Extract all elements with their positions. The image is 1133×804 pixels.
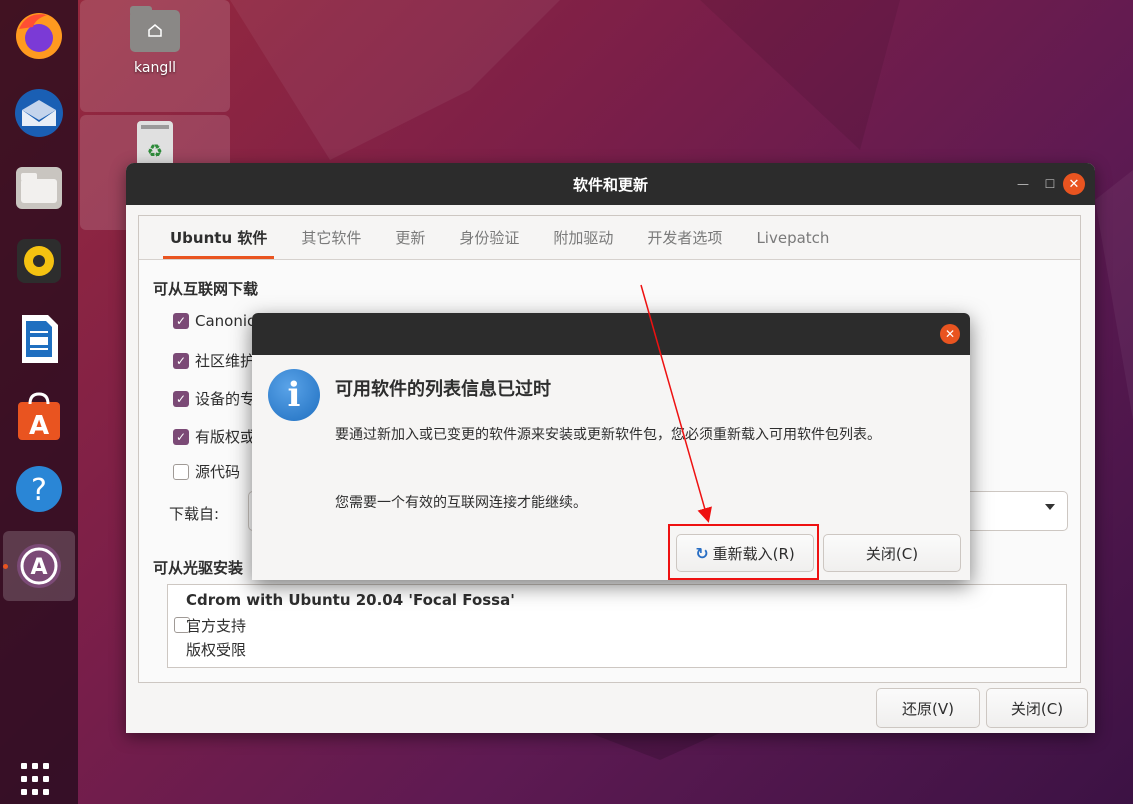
source-label: 社区维护 [195, 352, 256, 370]
software-updater-icon: A [17, 544, 61, 588]
window-title: 软件和更新 [572, 175, 648, 194]
dialog-note: 您需要一个有效的互联网连接才能继续。 [335, 495, 587, 511]
files-dock-item[interactable] [0, 152, 78, 222]
tab-updates[interactable]: 更新 [378, 216, 442, 259]
dock: A ? A [0, 0, 78, 804]
tab-livepatch[interactable]: Livepatch [739, 216, 846, 259]
trash-icon: ♻ [137, 121, 173, 169]
tab-developer-options[interactable]: 开发者选项 [630, 216, 739, 259]
outdated-info-dialog: ✕ i 可用软件的列表信息已过时 要通过新加入或已变更的软件源来安装或更新软件包… [252, 313, 970, 580]
source-label: 设备的专 [195, 390, 256, 408]
dialog-titlebar[interactable]: ✕ [252, 313, 970, 355]
dialog-heading: 可用软件的列表信息已过时 [335, 379, 551, 400]
running-indicator [3, 564, 8, 569]
help-icon: ? [16, 466, 62, 512]
app-grid-icon[interactable] [21, 763, 55, 797]
checkbox-checked-icon: ✓ [173, 313, 189, 329]
checkbox-checked-icon: ✓ [173, 428, 189, 445]
checkbox-checked-icon: ✓ [173, 352, 189, 369]
software-store-icon: A [18, 392, 60, 441]
cdrom-official-support: 官方支持 [186, 617, 247, 635]
writer-icon [22, 315, 58, 363]
help-dock-item[interactable]: ? [0, 454, 78, 524]
source-label: 有版权或 [195, 428, 256, 446]
home-folder-desktop-icon[interactable]: kangll [80, 0, 230, 112]
software-store-dock-item[interactable]: A [0, 381, 78, 451]
cdrom-title: Cdrom with Ubuntu 20.04 'Focal Fossa' [186, 591, 515, 609]
source-label: 源代码 [195, 463, 241, 481]
checkbox-unchecked-icon [173, 463, 189, 480]
svg-text:A: A [30, 555, 47, 580]
thunderbird-icon [15, 89, 63, 137]
tab-bar: Ubuntu 软件 其它软件 更新 身份验证 附加驱动 开发者选项 Livepa… [139, 216, 1080, 260]
annotation-highlight-box [668, 524, 819, 580]
window-titlebar[interactable]: 软件和更新 — ☐ ✕ [126, 163, 1095, 205]
tab-additional-drivers[interactable]: 附加驱动 [536, 216, 630, 259]
revert-button[interactable]: 还原(V) [876, 688, 980, 728]
home-folder-icon [130, 6, 180, 52]
svg-text:A: A [29, 411, 49, 441]
download-from-label: 下载自: [169, 505, 220, 523]
source-checkbox-proprietary-drivers[interactable]: ✓ 设备的专 [173, 388, 255, 409]
source-label: Canonic [195, 312, 256, 330]
window-close-button[interactable]: ✕ [1063, 173, 1085, 195]
rhythmbox-dock-item[interactable] [0, 226, 78, 296]
source-checkbox-canonical[interactable]: ✓ Canonic [173, 312, 255, 330]
checkbox-checked-icon: ✓ [173, 390, 189, 407]
software-updater-dock-item[interactable]: A [3, 531, 75, 601]
maximize-button[interactable]: ☐ [1039, 173, 1061, 195]
svg-text:♻: ♻ [147, 141, 163, 162]
firefox-dock-item[interactable] [0, 0, 78, 70]
cdrom-list: Cdrom with Ubuntu 20.04 'Focal Fossa' 官方… [167, 584, 1067, 668]
dialog-close-icon[interactable]: ✕ [940, 324, 960, 344]
tab-other-software[interactable]: 其它软件 [284, 216, 378, 259]
writer-dock-item[interactable] [0, 304, 78, 374]
home-folder-label: kangll [134, 60, 176, 76]
cdrom-restricted: 版权受限 [186, 641, 247, 659]
files-icon [16, 167, 62, 209]
tab-authentication[interactable]: 身份验证 [442, 216, 536, 259]
dialog-message: 要通过新加入或已变更的软件源来安装或更新软件包，您必须重新载入可用软件包列表。 [335, 427, 881, 443]
internet-section-heading: 可从互联网下载 [153, 280, 259, 298]
close-button[interactable]: 关闭(C) [986, 688, 1088, 728]
rhythmbox-icon [17, 239, 61, 283]
source-checkbox-source-code[interactable]: 源代码 [173, 461, 240, 482]
firefox-icon [16, 13, 62, 59]
tab-ubuntu-software[interactable]: Ubuntu 软件 [153, 216, 284, 259]
source-checkbox-community[interactable]: ✓ 社区维护 [173, 350, 255, 371]
cdrom-section-heading: 可从光驱安装 [153, 559, 244, 577]
source-checkbox-restricted[interactable]: ✓ 有版权或 [173, 426, 255, 447]
minimize-button[interactable]: — [1012, 173, 1034, 195]
dialog-close-button[interactable]: 关闭(C) [823, 534, 961, 572]
svg-text:?: ? [31, 473, 47, 508]
dropdown-arrow-icon [1045, 504, 1055, 510]
thunderbird-dock-item[interactable] [0, 78, 78, 148]
info-icon: i [268, 369, 320, 421]
